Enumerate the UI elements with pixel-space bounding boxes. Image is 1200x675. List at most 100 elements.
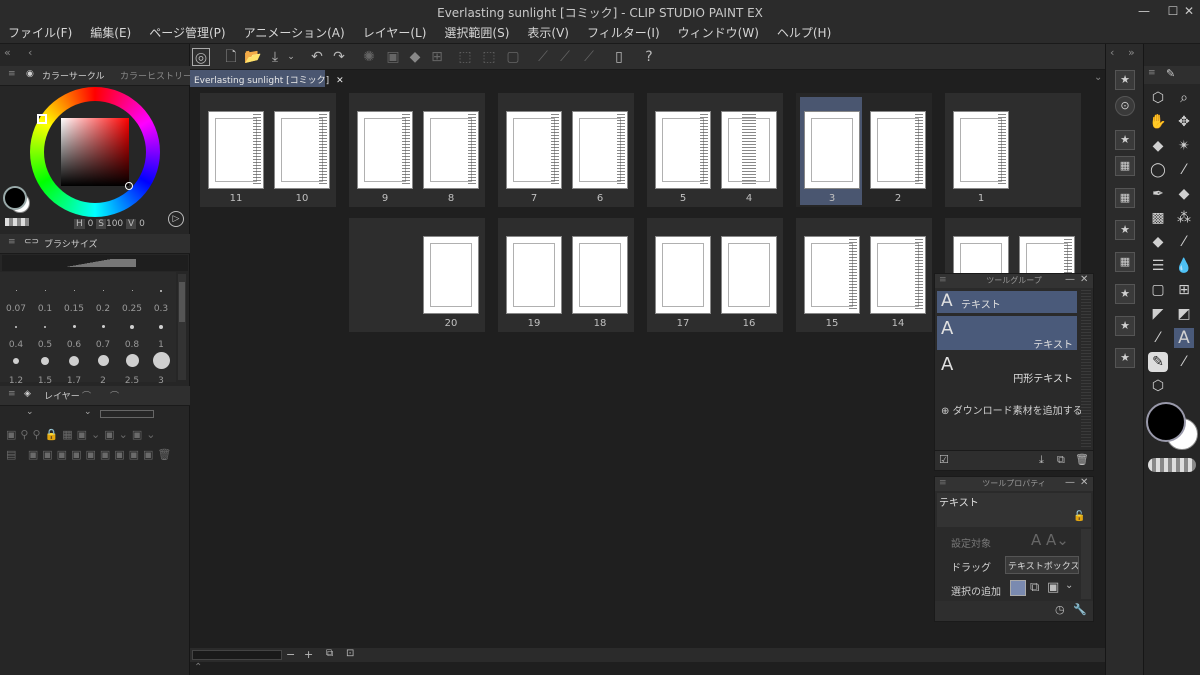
- ruler-tool-icon[interactable]: ◤: [1148, 304, 1168, 324]
- minimize-panel-icon[interactable]: —: [1065, 274, 1075, 285]
- brush-size-scrollbar[interactable]: [178, 274, 186, 380]
- page-thumbnail[interactable]: [572, 236, 628, 314]
- eyedropper-tool-icon[interactable]: ⁄: [1174, 160, 1194, 180]
- sub-tool-detail-icon[interactable]: 🔧: [1073, 603, 1087, 616]
- brush-size-cell[interactable]: 0.15: [59, 276, 89, 314]
- brush-size-cell[interactable]: 1.7: [59, 348, 89, 386]
- menu-page[interactable]: ページ管理(P): [149, 24, 225, 41]
- opacity-dropdown[interactable]: ⌄: [84, 407, 92, 417]
- menu-animation[interactable]: アニメーション(A): [244, 24, 345, 41]
- reset-icon[interactable]: ◷: [1055, 603, 1065, 616]
- correction-tool-icon[interactable]: ✎: [1148, 352, 1168, 372]
- tool-item-circular-text[interactable]: A 円形テキスト: [937, 352, 1077, 385]
- page-thumbnail[interactable]: [572, 111, 628, 189]
- clip-studio-icon[interactable]: ◎: [192, 48, 210, 66]
- clear-icon[interactable]: ✺: [360, 48, 378, 66]
- tab-color-history[interactable]: カラーヒストリー: [120, 69, 192, 82]
- page-thumbnail-selected[interactable]: [804, 111, 860, 189]
- page-spread[interactable]: 20: [349, 218, 485, 332]
- layer-property-icon[interactable]: ⌒: [82, 389, 91, 402]
- panel-menu-icon[interactable]: ≡: [8, 237, 16, 247]
- panel-menu-icon[interactable]: ≡: [939, 478, 947, 488]
- brush-size-cell[interactable]: 0.3: [146, 276, 176, 314]
- minimize-panel-icon[interactable]: —: [1065, 477, 1075, 488]
- brush-size-cell[interactable]: 1: [146, 312, 176, 350]
- tool-property-scrollbar[interactable]: [1081, 529, 1091, 599]
- page-spread[interactable]: 3 2: [796, 93, 932, 207]
- selection-mode-subtract-icon[interactable]: ▣: [1047, 580, 1059, 595]
- deselect-icon[interactable]: ⬚: [456, 48, 474, 66]
- brush-size-cell[interactable]: 0.5: [30, 312, 60, 350]
- tool-group-header[interactable]: ≡ ツールグループ — ✕: [935, 274, 1093, 288]
- snap-ruler-icon[interactable]: ⟋: [534, 48, 552, 66]
- add-download-material-button[interactable]: ⊕ ダウンロード素材を追加する: [941, 402, 1083, 417]
- layer-search-icon[interactable]: ⌒: [110, 389, 119, 402]
- saturation-value-square[interactable]: [61, 118, 129, 186]
- hand-tool-icon[interactable]: ✋: [1148, 112, 1168, 132]
- material-grid-icon[interactable]: ▦: [1115, 156, 1135, 176]
- navigator-icon[interactable]: ⊙: [1115, 96, 1135, 116]
- brush-size-cell[interactable]: 2: [88, 348, 118, 386]
- operation-tool-icon[interactable]: ⬡: [1148, 88, 1168, 108]
- panel-menu-icon[interactable]: ≡: [939, 275, 947, 285]
- page-spread[interactable]: 9 8: [349, 93, 485, 207]
- figure-tool-icon[interactable]: ▢: [1148, 280, 1168, 300]
- collapse-right-icon[interactable]: »: [1128, 46, 1135, 59]
- tool-palette-tab[interactable]: ≡ ✎: [1144, 66, 1200, 84]
- page-thumbnail[interactable]: [655, 236, 711, 314]
- selection-mode-dropdown-icon[interactable]: ⌄: [1065, 580, 1073, 591]
- invert-selection-icon[interactable]: ⬚: [480, 48, 498, 66]
- tool-property-header[interactable]: ≡ ツールプロパティ — ✕: [935, 477, 1093, 491]
- open-file-icon[interactable]: 📂: [244, 48, 262, 66]
- material-grid-icon[interactable]: ▦: [1115, 252, 1135, 272]
- expand-timeline-icon[interactable]: ⌃: [194, 662, 202, 673]
- color-mode-toggle-icon[interactable]: ▷: [168, 211, 184, 227]
- page-thumbnail[interactable]: [804, 236, 860, 314]
- transform-icon[interactable]: ⊞: [428, 48, 446, 66]
- eraser-tool-icon[interactable]: ◆: [1148, 136, 1168, 156]
- material-panel-icon[interactable]: ★: [1115, 70, 1135, 90]
- tool-item-text[interactable]: A テキスト: [937, 316, 1077, 351]
- brush-size-cell[interactable]: 3: [146, 348, 176, 386]
- menu-window[interactable]: ウィンドウ(W): [678, 24, 759, 41]
- fit-page-icon[interactable]: ⧉: [326, 648, 333, 659]
- brush-size-cell[interactable]: 0.2: [88, 276, 118, 314]
- material-panel-icon[interactable]: ★: [1115, 316, 1135, 336]
- page-spread[interactable]: 5 4: [647, 93, 783, 207]
- brush-tool-icon[interactable]: ⁄: [1174, 352, 1194, 372]
- minimize-button[interactable]: —: [1133, 3, 1155, 19]
- menu-edit[interactable]: 編集(E): [90, 24, 131, 41]
- chevron-left-icon[interactable]: ‹: [28, 46, 32, 59]
- drag-mode-dropdown[interactable]: テキストボックス/: [1005, 556, 1079, 574]
- brush-size-cell[interactable]: 1.2: [1, 348, 31, 386]
- import-tool-icon[interactable]: ⤓: [1039, 453, 1044, 467]
- tab-dropdown-icon[interactable]: ⌄: [1094, 72, 1102, 83]
- page-spread[interactable]: 11 10: [200, 93, 336, 207]
- color-picker-marker[interactable]: [125, 182, 133, 190]
- text-tool-icon[interactable]: A: [1174, 328, 1194, 348]
- brush-size-cell[interactable]: 0.1: [30, 276, 60, 314]
- tab-color-circle[interactable]: カラーサークル: [42, 69, 105, 82]
- close-tab-icon[interactable]: ✕: [336, 76, 344, 86]
- lock-icon[interactable]: 🔓: [1073, 511, 1085, 522]
- menu-layer[interactable]: レイヤー(L): [363, 24, 427, 41]
- fill-icon[interactable]: ◆: [406, 48, 424, 66]
- zoom-in-button[interactable]: +: [304, 648, 313, 661]
- page-thumbnail[interactable]: [655, 111, 711, 189]
- brush-size-cell[interactable]: 0.8: [117, 312, 147, 350]
- selection-mode-new-button[interactable]: [1010, 580, 1026, 596]
- menu-file[interactable]: ファイル(F): [8, 24, 72, 41]
- main-color-swatch[interactable]: [3, 186, 27, 210]
- zoom-tool-icon[interactable]: ⌕: [1174, 88, 1194, 108]
- pen-tool-icon[interactable]: ✒: [1148, 184, 1168, 204]
- brush-size-cell[interactable]: 0.25: [117, 276, 147, 314]
- menu-filter[interactable]: フィルター(I): [587, 24, 660, 41]
- page-thumbnail[interactable]: [721, 111, 777, 189]
- menu-help[interactable]: ヘルプ(H): [777, 24, 831, 41]
- airbrush-tool-icon[interactable]: ⁂: [1174, 208, 1194, 228]
- transparent-color-swatch[interactable]: [5, 218, 29, 226]
- duplicate-tool-icon[interactable]: ⧉: [1057, 453, 1065, 467]
- tool-group-settings-icon[interactable]: ☑: [939, 453, 949, 466]
- redo-icon[interactable]: ↷: [330, 48, 348, 66]
- panel-menu-icon[interactable]: ≡: [8, 389, 16, 399]
